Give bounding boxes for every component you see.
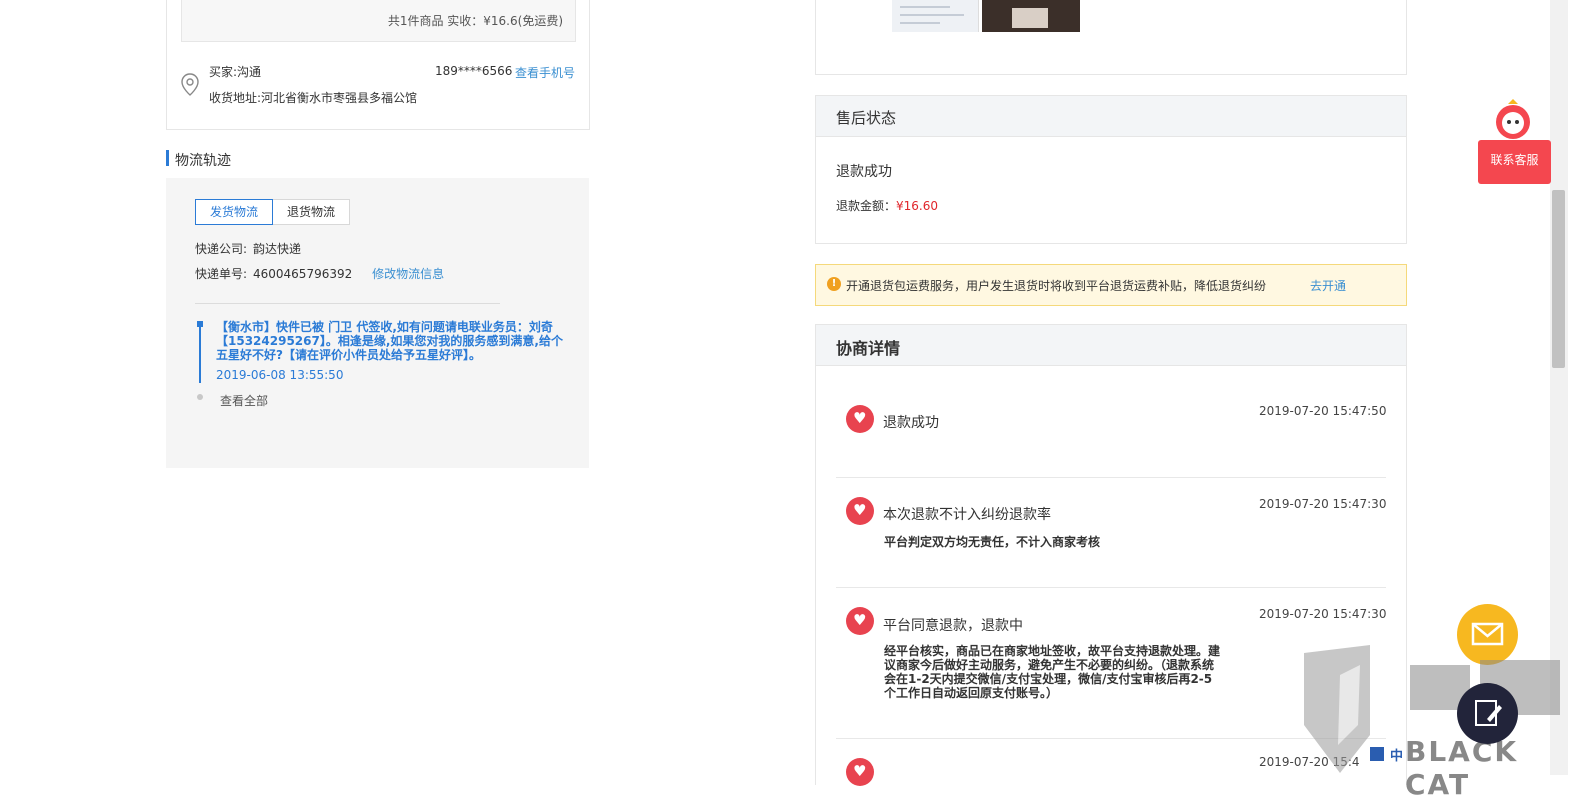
service-mascot-icon: [1496, 99, 1530, 139]
shipping-address: 收货地址:河北省衡水市枣强县多福公馆: [209, 91, 418, 105]
notice-text: 开通退货包运费服务，用户发生退货时将收到平台退货运费补贴，降低退货纠纷: [846, 279, 1267, 293]
divider: [836, 587, 1386, 588]
location-pin-icon: [181, 73, 199, 96]
negotiation-item-title: 平台同意退款，退款中: [883, 618, 1023, 634]
courier-company-label: 快递公司:: [195, 242, 248, 256]
tab-shipping-logistics[interactable]: 发货物流: [195, 199, 274, 225]
ime-toolbar[interactable]: 中: [1368, 745, 1550, 775]
edit-icon: [1475, 700, 1502, 726]
section-marker: [166, 150, 169, 166]
tracking-number-label: 快递单号:: [195, 267, 248, 281]
negotiation-title: 协商详情: [836, 339, 901, 358]
negotiation-item-desc: 平台判定双方均无责任，不计入商家考核: [884, 535, 1101, 549]
logistics-title: 物流轨迹: [175, 153, 231, 169]
timeline-line: [199, 321, 201, 383]
refund-amount-row: 退款金额：¥16.60: [836, 197, 938, 214]
ime-logo-icon: [1370, 747, 1384, 761]
divider: [836, 477, 1386, 478]
contact-service-button[interactable]: 联系客服: [1478, 140, 1551, 184]
tracking-number-row: 快递单号: 4600465796392 修改物流信息: [195, 265, 444, 282]
courier-company-row: 快递公司: 韵达快递: [195, 240, 301, 257]
platform-avatar-icon: [846, 758, 874, 786]
activate-service-link[interactable]: 去开通: [1310, 277, 1346, 294]
negotiation-item-title: 退款成功: [883, 415, 939, 431]
after-sale-title: 售后状态: [836, 109, 897, 127]
negotiation-item-desc: 经平台核实，商品已在商家地址签收，故平台支持退款处理。建议商家今后做好主动服务，…: [884, 644, 1221, 700]
buyer-phone: 189****6566: [435, 64, 513, 78]
evidence-thumbnail-2[interactable]: [982, 0, 1080, 32]
edit-button[interactable]: [1457, 683, 1518, 744]
edit-logistics-link[interactable]: 修改物流信息: [372, 267, 444, 281]
negotiation-item-time: 2019-07-20 15:47:30: [1259, 497, 1387, 511]
refund-amount-label: 退款金额：: [836, 199, 897, 213]
logistics-tabs: 发货物流 退货物流: [195, 199, 351, 225]
divider: [195, 303, 500, 304]
tracking-event-time: 2019-06-08 13:55:50: [216, 368, 344, 382]
negotiation-header: 协商详情: [816, 325, 1406, 366]
buyer-name: 买家:沟通: [209, 65, 262, 79]
evidence-thumbnail-1[interactable]: [892, 0, 979, 32]
timeline-dot-active: [197, 321, 203, 327]
platform-avatar-icon: [846, 607, 874, 635]
negotiation-item-time: 2019-07-20 15:47:30: [1259, 607, 1387, 621]
negotiation-item-time: 2019-07-20 15:47:50: [1259, 404, 1387, 418]
scrollbar-thumb[interactable]: [1552, 190, 1565, 368]
ime-mode-label[interactable]: 中: [1390, 745, 1403, 764]
platform-avatar-icon: [846, 405, 874, 433]
platform-avatar-icon: [846, 497, 874, 525]
tab-return-logistics[interactable]: 退货物流: [273, 199, 351, 225]
view-phone-link[interactable]: 查看手机号: [515, 64, 575, 81]
refund-amount-value: ¥16.60: [896, 199, 939, 213]
view-all-link[interactable]: 查看全部: [220, 392, 268, 409]
negotiation-item-title: 本次退款不计入纠纷退款率: [883, 507, 1051, 523]
timeline-dot: [197, 394, 203, 400]
order-summary-text: 共1件商品 实收：¥16.6(免运费): [387, 14, 563, 28]
refund-status: 退款成功: [836, 164, 892, 180]
order-summary-bar: 共1件商品 实收：¥16.6(免运费): [181, 0, 576, 42]
courier-company-value: 韵达快递: [253, 242, 302, 256]
after-sale-card: 售后状态: [815, 95, 1407, 244]
tracking-event-text: 【衡水市】快件已被 门卫 代签收,如有问题请电联业务员：刘奇【153242952…: [216, 320, 563, 362]
tracking-number-value: 4600465796392: [253, 267, 353, 281]
warning-icon: !: [827, 277, 841, 291]
after-sale-header: 售后状态: [816, 96, 1406, 137]
